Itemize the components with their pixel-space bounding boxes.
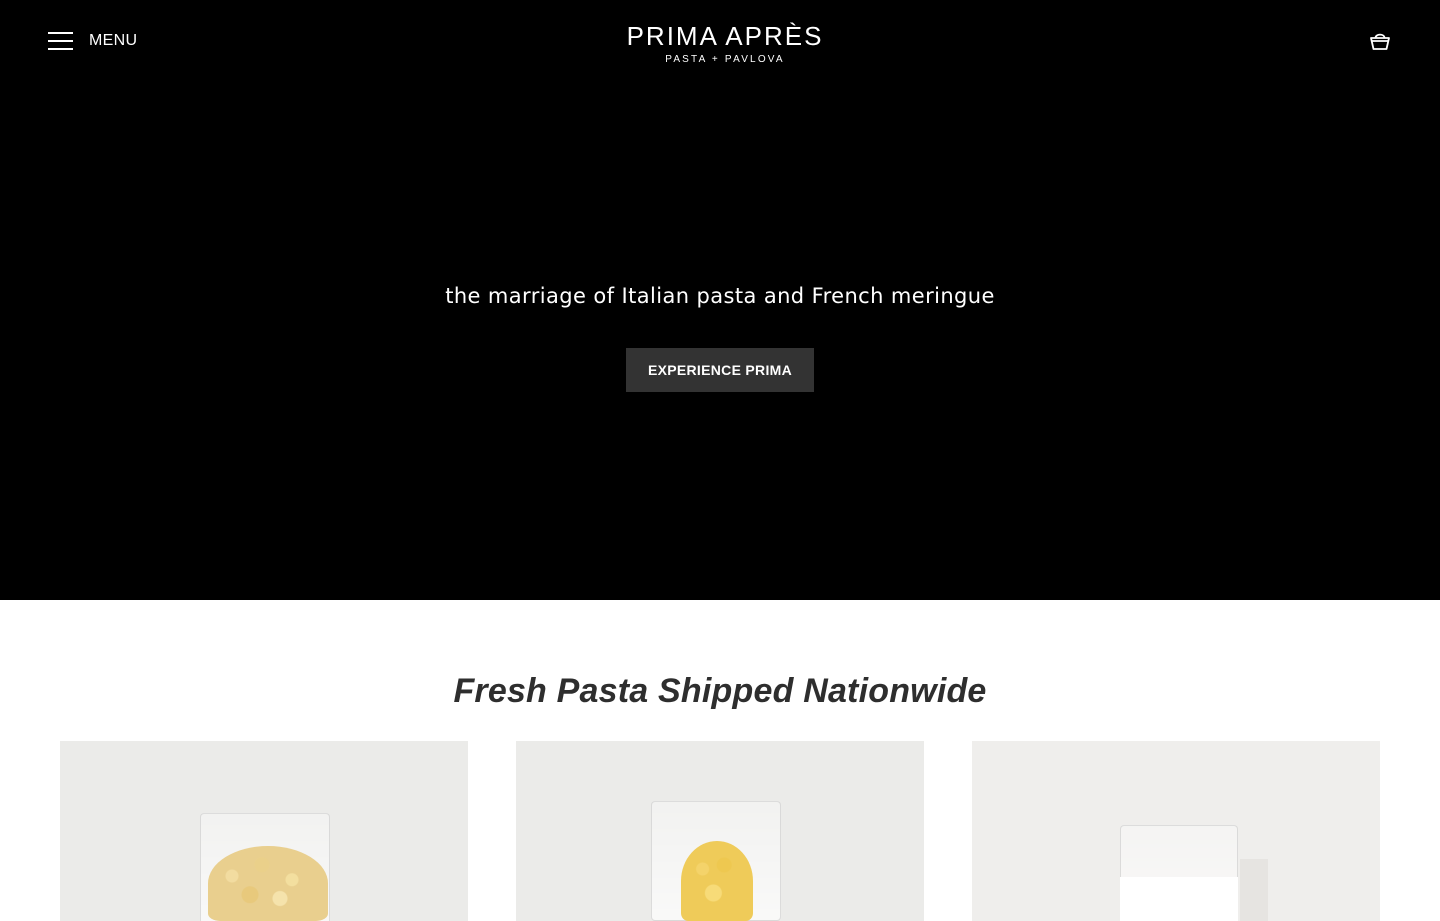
product-card[interactable] [60,741,468,921]
section-title: Fresh Pasta Shipped Nationwide [453,672,987,710]
menu-label: MENU [89,32,138,49]
pasta-image [208,846,328,921]
bag-label-image [1120,877,1238,921]
hero-tagline: the marriage of Italian pasta and French… [445,284,995,308]
menu-button[interactable]: MENU [48,28,137,54]
bag-shadow-image [1240,859,1268,921]
hero-banner: MENU PRIMA APRÈS PASTA + PAVLOVA the mar… [0,0,1440,600]
pasta-image [681,841,753,921]
product-card[interactable] [516,741,924,921]
hamburger-icon [48,32,73,50]
experience-prima-button[interactable]: EXPERIENCE PRIMA [626,348,814,392]
product-card[interactable] [972,741,1380,921]
logo-subtitle: PASTA + PAVLOVA [665,54,785,65]
logo-title: PRIMA APRÈS [626,21,824,51]
site-logo[interactable]: PRIMA APRÈS PASTA + PAVLOVA [620,22,830,65]
cart-icon[interactable] [1368,30,1392,52]
